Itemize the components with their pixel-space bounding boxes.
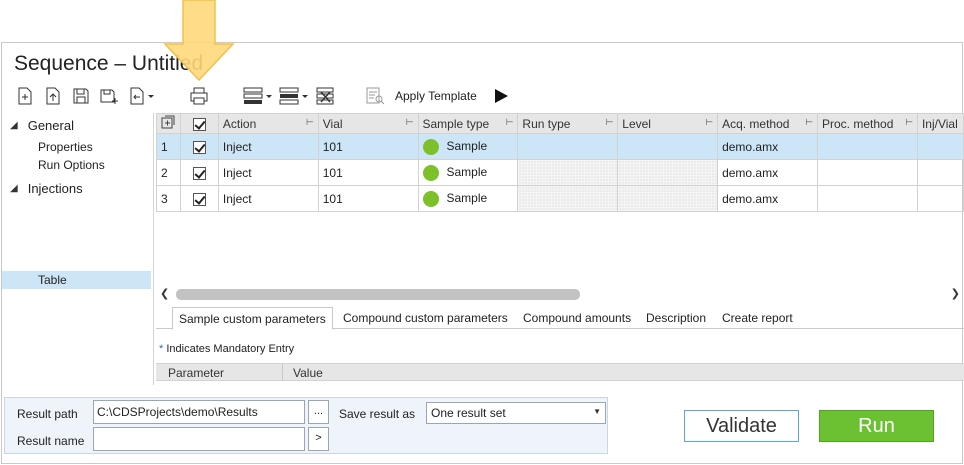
row-checkbox[interactable] — [179, 159, 219, 186]
sidebar-group-injections[interactable]: ◢ Injections — [10, 181, 83, 196]
run-type-cell[interactable] — [517, 133, 619, 160]
delete-rows-icon[interactable] — [314, 85, 336, 107]
proc-method-cell[interactable] — [817, 133, 918, 160]
row-number: 1 — [156, 133, 181, 160]
print-icon[interactable] — [188, 85, 210, 107]
acq-method-cell[interactable]: demo.amx — [717, 133, 818, 160]
action-cell[interactable]: Inject — [217, 159, 319, 186]
sidebar: ◢ General Properties Run Options ◢ Injec… — [2, 113, 154, 385]
save-as-icon[interactable] — [98, 85, 120, 107]
select-all-checkbox[interactable] — [179, 113, 219, 134]
sample-status-icon — [422, 164, 439, 181]
run-button[interactable]: Run — [819, 410, 934, 442]
play-icon[interactable] — [493, 88, 509, 107]
column-header-run-type[interactable]: Run type ⊢ — [517, 113, 619, 134]
vial-cell[interactable]: 101 — [317, 133, 419, 160]
grid-corner-icon[interactable] — [156, 113, 181, 134]
sidebar-item-table[interactable]: Table — [38, 273, 67, 287]
tab-compound-amounts[interactable]: Compound amounts — [517, 309, 637, 329]
mandatory-note: * Indicates Mandatory Entry — [159, 343, 295, 355]
row-checkbox[interactable] — [179, 185, 219, 212]
row-checkbox[interactable] — [179, 133, 219, 160]
column-header-inj-vial[interactable]: Inj/Vial — [916, 113, 964, 134]
sample-status-icon — [422, 138, 439, 155]
result-name-label: Result name — [17, 434, 85, 448]
sample-type-cell[interactable]: Sample — [417, 159, 519, 186]
column-header-acq-method[interactable]: Acq. method ⊢ — [717, 113, 818, 134]
table-row[interactable]: 3 Inject 101 Sample demo.amx — [156, 185, 964, 212]
validate-button[interactable]: Validate — [684, 410, 799, 442]
row-options-icon[interactable] — [276, 85, 312, 107]
template-icon[interactable] — [364, 85, 386, 107]
collapse-triangle-icon[interactable]: ◢ — [10, 183, 18, 194]
inj-vial-cell[interactable] — [916, 159, 964, 186]
callout-arrow-icon — [163, 0, 235, 82]
detail-tabs: Sample custom parameters Compound custom… — [156, 307, 964, 330]
upload-icon[interactable] — [42, 85, 64, 107]
save-icon[interactable] — [70, 85, 92, 107]
level-cell[interactable] — [617, 159, 719, 186]
inj-vial-cell[interactable] — [916, 185, 964, 212]
action-cell[interactable]: Inject — [217, 185, 319, 212]
sample-status-icon — [422, 190, 439, 207]
result-name-input[interactable] — [93, 427, 305, 451]
proc-method-cell[interactable] — [817, 159, 918, 186]
column-header-sample-type[interactable]: Sample type ⊢ — [417, 113, 519, 134]
tab-sample-custom-parameters[interactable]: Sample custom parameters — [172, 307, 333, 330]
tab-create-report[interactable]: Create report — [716, 309, 799, 329]
column-header-vial[interactable]: Vial ⊢ — [317, 113, 419, 134]
scroll-left-icon[interactable]: ❮ — [160, 287, 169, 300]
sample-type-cell[interactable]: Sample — [417, 133, 519, 160]
action-cell[interactable]: Inject — [217, 133, 319, 160]
browse-button[interactable]: ... — [308, 400, 329, 424]
tab-compound-custom-parameters[interactable]: Compound custom parameters — [337, 309, 514, 329]
scrollbar-thumb[interactable] — [176, 289, 580, 300]
insert-row-icon[interactable] — [240, 85, 276, 107]
horizontal-scrollbar[interactable]: ❮ ❯ — [156, 286, 964, 303]
scroll-right-icon[interactable]: ❯ — [951, 287, 960, 300]
column-header-parameter[interactable]: Parameter — [168, 366, 224, 380]
sequence-window: Sequence – Untitled Apply Template ◢ Gen… — [1, 42, 964, 464]
sidebar-item-run-options[interactable]: Run Options — [38, 158, 105, 172]
acq-method-cell[interactable]: demo.amx — [717, 185, 818, 212]
sidebar-item-properties[interactable]: Properties — [38, 140, 93, 154]
result-name-options-button[interactable]: > — [308, 427, 329, 451]
sidebar-selection-highlight — [2, 271, 151, 289]
column-header-action[interactable]: Action ⊢ — [217, 113, 319, 134]
sidebar-group-general[interactable]: ◢ General — [10, 118, 74, 133]
level-cell[interactable] — [617, 185, 719, 212]
column-header-proc-method[interactable]: Proc. method ⊢ — [817, 113, 918, 134]
vial-cell[interactable]: 101 — [317, 159, 419, 186]
acq-method-cell[interactable]: demo.amx — [717, 159, 818, 186]
grid-header-row: Action ⊢ Vial ⊢ Sample type ⊢ Run type ⊢ Lev… — [156, 113, 964, 134]
apply-template-button[interactable]: Apply Template — [395, 89, 477, 103]
tab-description[interactable]: Description — [640, 309, 712, 329]
row-number: 2 — [156, 159, 181, 186]
run-type-cell[interactable] — [517, 159, 619, 186]
collapse-triangle-icon[interactable]: ◢ — [10, 120, 18, 131]
chevron-down-icon[interactable]: ▼ — [593, 407, 601, 416]
result-path-label: Result path — [17, 407, 78, 421]
row-number: 3 — [156, 185, 181, 212]
append-icon[interactable] — [126, 85, 158, 107]
result-path-input[interactable]: C:\CDSProjects\demo\Results — [93, 400, 305, 424]
level-cell[interactable] — [617, 133, 719, 160]
column-header-value[interactable]: Value — [293, 366, 323, 380]
run-type-cell[interactable] — [517, 185, 619, 212]
table-row[interactable]: 2 Inject 101 Sample demo.amx — [156, 159, 964, 186]
table-row[interactable]: 1 Inject 101 Sample demo.amx — [156, 133, 964, 160]
parameter-table-header: Parameter Value — [156, 363, 964, 381]
proc-method-cell[interactable] — [817, 185, 918, 212]
save-result-as-label: Save result as — [339, 407, 416, 421]
injection-grid: Action ⊢ Vial ⊢ Sample type ⊢ Run type ⊢ Lev… — [156, 113, 964, 212]
save-result-as-select[interactable]: One result set ▼ — [426, 402, 606, 424]
column-header-level[interactable]: Level ⊢ — [617, 113, 719, 134]
vial-cell[interactable]: 101 — [317, 185, 419, 212]
new-icon[interactable] — [14, 85, 36, 107]
result-panel: Result path C:\CDSProjects\demo\Results … — [4, 397, 608, 454]
sample-type-cell[interactable]: Sample — [417, 185, 519, 212]
inj-vial-cell[interactable] — [916, 133, 964, 160]
toolbar: Apply Template — [2, 83, 962, 109]
